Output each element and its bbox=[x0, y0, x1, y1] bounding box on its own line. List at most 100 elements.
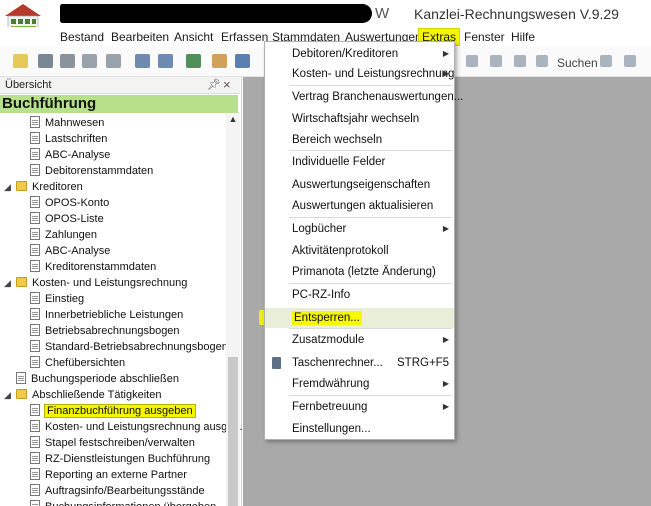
refresh-icon[interactable] bbox=[624, 55, 636, 67]
tree-item-label: Kosten- und Leistungsrechnung bbox=[32, 277, 188, 289]
menu-item-label: Vertrag Branchenauswertungen... bbox=[292, 91, 464, 103]
tree-item[interactable]: Auftragsinfo/Bearbeitungsstände bbox=[30, 483, 205, 499]
tree-item[interactable]: OPOS-Konto bbox=[30, 195, 109, 211]
tree-item[interactable]: Stapel festschreiben/verwalten bbox=[30, 435, 195, 451]
extras-menu-item[interactable]: Logbücher ▶ bbox=[265, 219, 454, 239]
menu-item-shortcut: STRG+F5 bbox=[397, 357, 450, 369]
tree-item[interactable]: Reporting an externe Partner bbox=[30, 467, 187, 483]
document-icon bbox=[30, 484, 40, 496]
collapse-arrow-icon[interactable]: ◢ bbox=[4, 387, 13, 403]
handshake-icon[interactable] bbox=[212, 54, 227, 68]
tree-item-label: ABC-Analyse bbox=[45, 245, 111, 257]
document-icon bbox=[30, 468, 40, 480]
submenu-arrow-icon: ▶ bbox=[442, 379, 449, 388]
print-preview-icon[interactable] bbox=[38, 54, 53, 68]
extras-menu-item[interactable]: Vertrag Branchenauswertungen... bbox=[265, 87, 463, 107]
document-icon bbox=[30, 196, 40, 208]
tree-item[interactable]: Innerbetriebliche Leistungen bbox=[30, 307, 183, 323]
tree-item-label: Standard-Betriebsabrechnungsbogen bbox=[45, 341, 228, 353]
submenu-arrow-icon: ▶ bbox=[442, 69, 449, 78]
toolbar-icon-a[interactable] bbox=[466, 55, 478, 67]
extras-menu-item[interactable]: Bereich wechseln bbox=[265, 130, 454, 150]
document-icon bbox=[30, 228, 40, 240]
tree-item[interactable]: Buchungsperiode abschließen bbox=[16, 371, 179, 387]
tree-item[interactable]: ABC-Analyse bbox=[30, 243, 110, 259]
pin-icon[interactable]: 📌︎ bbox=[207, 78, 221, 91]
extras-menu-item[interactable]: Wirtschaftsjahr wechseln bbox=[265, 109, 454, 129]
tree-folder-item[interactable]: ◢ Kreditoren bbox=[4, 179, 83, 195]
extras-menu-item[interactable]: Zusatzmodule ▶ bbox=[265, 330, 454, 350]
menu-bearbeiten[interactable]: Bearbeiten bbox=[111, 29, 169, 45]
menu-fenster[interactable]: Fenster bbox=[464, 29, 505, 45]
arrow-up-icon[interactable] bbox=[82, 54, 97, 68]
arrow-right-icon[interactable] bbox=[106, 54, 121, 68]
extras-menu-item[interactable]: PC-RZ-Info bbox=[265, 285, 454, 305]
scroll-up-icon[interactable]: ▲ bbox=[226, 113, 240, 125]
grid-icon[interactable] bbox=[158, 54, 173, 68]
tree-folder-item[interactable]: ◢ Kosten- und Leistungsrechnung bbox=[4, 275, 187, 291]
menu-item-label: Taschenrechner... bbox=[292, 357, 383, 369]
open-folder-icon[interactable] bbox=[13, 54, 28, 68]
contacts-icon[interactable] bbox=[235, 54, 250, 68]
extras-menu-item[interactable]: Aktivitätenprotokoll bbox=[265, 241, 454, 261]
panel-title: Buchführung bbox=[0, 95, 238, 113]
tree-item[interactable]: Chefübersichten bbox=[30, 355, 125, 371]
tree-item[interactable]: Betriebsabrechnungsbogen bbox=[30, 323, 180, 339]
extras-menu-item[interactable]: Individuelle Felder bbox=[265, 152, 454, 172]
toolbar-icon-b[interactable] bbox=[490, 55, 502, 67]
extras-menu-item[interactable]: Primanota (letzte Änderung) bbox=[265, 262, 454, 282]
phone-icon[interactable] bbox=[186, 54, 201, 68]
tree-item[interactable]: Kreditorenstammdaten bbox=[30, 259, 156, 275]
tree-item[interactable]: Debitorenstammdaten bbox=[30, 163, 153, 179]
tree-item[interactable]: Buchungsinformationen übergeben bbox=[30, 499, 216, 506]
vertical-scrollbar[interactable]: ▲ bbox=[226, 113, 240, 506]
toolbar-icon-e[interactable] bbox=[600, 55, 612, 67]
menu-item-label: Kosten- und Leistungsrechnung bbox=[292, 68, 455, 80]
document-icon bbox=[30, 452, 40, 464]
extras-menu-item[interactable]: Debitoren/Kreditoren ▶ bbox=[265, 44, 454, 64]
toolbar-icon-d[interactable] bbox=[536, 55, 548, 67]
document-icon bbox=[30, 116, 40, 128]
menu-hilfe[interactable]: Hilfe bbox=[511, 29, 535, 45]
extras-menu-item[interactable]: Fernbetreuung ▶ bbox=[265, 397, 454, 417]
extras-menu-item[interactable]: Auswertungseigenschaften bbox=[265, 175, 454, 195]
menu-item-label: Zusatzmodule bbox=[292, 334, 365, 346]
close-icon[interactable]: × bbox=[223, 77, 231, 92]
extras-menu-item[interactable]: Entsperren... bbox=[265, 308, 454, 328]
tree-item[interactable]: Kosten- und Leistungsrechnung ausge... bbox=[30, 419, 243, 435]
extras-menu-item[interactable]: Auswertungen aktualisieren bbox=[265, 196, 454, 216]
tree-item[interactable]: Lastschriften bbox=[30, 131, 107, 147]
menu-ansicht[interactable]: Ansicht bbox=[174, 29, 213, 45]
tree-item[interactable]: RZ-Dienstleistungen Buchführung bbox=[30, 451, 210, 467]
extras-menu-item[interactable]: Einstellungen... bbox=[265, 419, 454, 439]
extras-menu-item[interactable]: Kosten- und Leistungsrechnung ▶ bbox=[265, 64, 454, 84]
tree-item-label: RZ-Dienstleistungen Buchführung bbox=[45, 453, 211, 465]
search-button[interactable]: Suchen bbox=[557, 56, 598, 70]
extras-menu-item[interactable]: Fremdwährung ▶ bbox=[265, 374, 454, 394]
tree-item[interactable]: Mahnwesen bbox=[30, 115, 104, 131]
tree-item[interactable]: Standard-Betriebsabrechnungsbogen bbox=[30, 339, 228, 355]
tree-item[interactable]: Einstieg bbox=[30, 291, 84, 307]
tree-item[interactable]: ABC-Analyse bbox=[30, 147, 110, 163]
collapse-arrow-icon[interactable]: ◢ bbox=[4, 179, 13, 195]
title-suffix: W bbox=[375, 5, 390, 22]
print-icon[interactable] bbox=[60, 54, 75, 68]
menu-item-label: Individuelle Felder bbox=[292, 156, 386, 168]
tree-item[interactable]: OPOS-Liste bbox=[30, 211, 104, 227]
menu-erfassen[interactable]: Erfassen bbox=[221, 29, 268, 45]
tree-item-label: OPOS-Liste bbox=[45, 213, 104, 225]
panel-header: Übersicht 📌︎ × bbox=[0, 77, 240, 94]
tree-item[interactable]: Zahlungen bbox=[30, 227, 97, 243]
extras-menu-item[interactable]: Taschenrechner... STRG+F5 bbox=[265, 353, 454, 373]
tree-item-label: Buchungsperiode abschließen bbox=[31, 373, 179, 385]
toolbar-icon-c[interactable] bbox=[514, 55, 526, 67]
scroll-thumb[interactable] bbox=[228, 357, 238, 506]
menu-bestand[interactable]: Bestand bbox=[60, 29, 104, 45]
table-icon[interactable] bbox=[135, 54, 150, 68]
menu-item-label: Logbücher bbox=[292, 223, 347, 235]
tree-folder-item[interactable]: ◢ Abschließende Tätigkeiten bbox=[4, 387, 161, 403]
collapse-arrow-icon[interactable]: ◢ bbox=[4, 275, 13, 291]
tree-item-label: Zahlungen bbox=[45, 229, 97, 241]
document-icon bbox=[30, 356, 40, 368]
tree-item[interactable]: Finanzbuchführung ausgeben bbox=[30, 403, 196, 419]
